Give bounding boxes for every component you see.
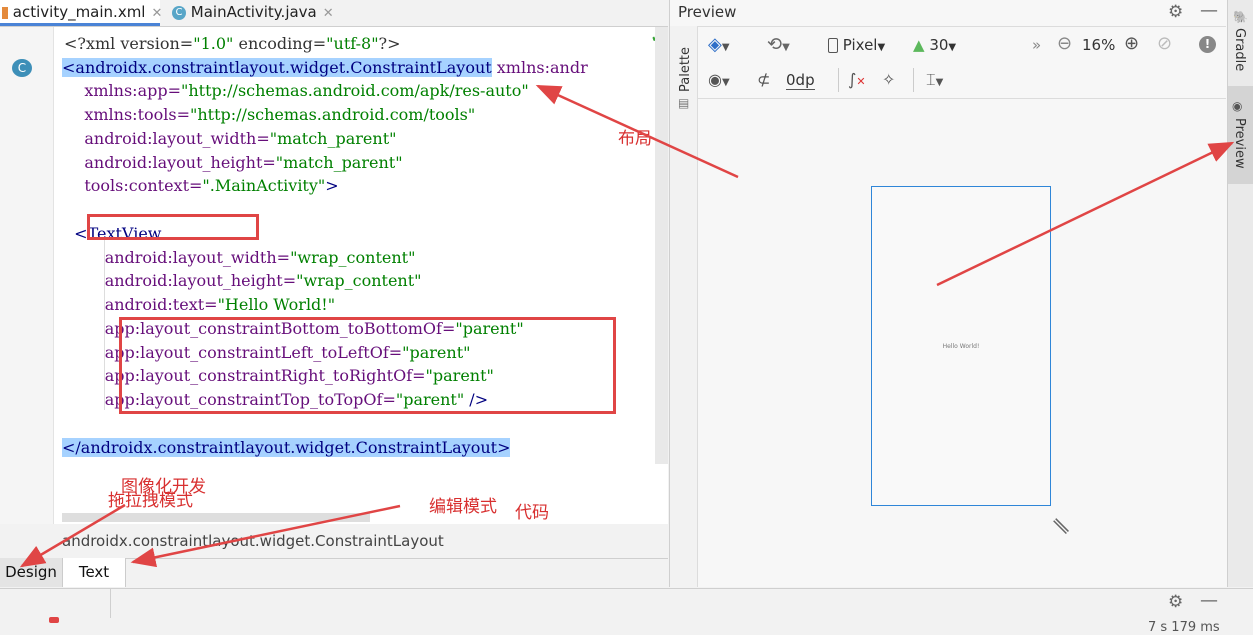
tab-mainactivity-java[interactable]: C MainActivity.java ✕ [172,0,342,26]
zoom-fit-icon[interactable]: ⊘ [1157,33,1172,54]
magic-wand-icon[interactable]: ✧ [882,70,895,89]
palette-tab[interactable]: Palette [678,47,693,92]
code-line-3: xmlns:app="http://schemas.android.com/ap… [64,81,529,100]
zoom-in-icon[interactable]: ⊕ [1124,33,1139,54]
code-line-7: tools:context=".MainActivity"> [64,176,339,195]
class-gutter-icon[interactable]: C [12,59,32,77]
view-options-icon[interactable]: ◉▼ [708,70,730,89]
constraint-highlight-box [119,317,616,414]
tab-text[interactable]: Text [62,558,126,587]
palette-strip [670,26,698,587]
api-selector[interactable]: ▲ 30▼ [913,36,956,54]
xml-file-icon [2,6,8,19]
tab-activity-main-xml[interactable]: activity_main.xml ✕ [0,0,162,26]
right-tool-strip [1227,0,1253,587]
gradle-tab[interactable]: Gradle [1232,28,1247,71]
toolbar-separator [913,68,914,92]
preview-divider [698,26,1226,27]
tab-design[interactable]: Design [0,558,62,587]
preview-tab[interactable]: Preview [1232,118,1247,169]
error-indicator [49,617,59,623]
preview-divider [698,98,1226,99]
code-line-18: </androidx.constraintlayout.widget.Const… [62,438,511,457]
build-time: 7 s 179 ms [1148,620,1220,635]
textview-highlight-box [87,214,259,240]
bottom-tool-window-bar [0,588,1253,632]
annotation-drag-mode: 拖拉拽模式 [108,491,193,511]
minimize-icon[interactable]: — [1200,590,1218,611]
palette-icon: ▤ [678,96,690,110]
status-separator [110,588,111,618]
phone-icon [828,38,838,53]
gradle-icon: 🐘 [1233,10,1248,24]
eye-icon: ◉ [1232,99,1243,113]
device-selector[interactable]: Pixel▼ [828,36,885,54]
annotation-edit-mode: 编辑模式 [429,497,497,517]
api-label: 30 [929,36,949,54]
hello-world-text[interactable]: Hello World! [872,343,1050,350]
device-screen[interactable]: Hello World! [871,186,1051,506]
zoom-level: 16% [1082,36,1116,54]
close-icon[interactable]: ✕ [151,6,162,21]
code-line-10: android:layout_width="wrap_content" [64,248,416,267]
code-line-11: android:layout_height="wrap_content" [64,271,422,290]
device-label: Pixel [842,36,878,54]
editor-horizontal-scrollbar[interactable] [62,513,370,522]
code-line-2: <androidx.constraintlayout.widget.Constr… [62,58,588,77]
android-icon: ▲ [913,36,925,54]
class-file-icon: C [172,5,186,20]
close-icon[interactable]: ✕ [323,6,334,21]
zoom-out-icon[interactable]: ⊖ [1057,33,1072,54]
default-margin[interactable]: 0dp [786,71,815,90]
autoconnect-icon[interactable]: ⊄ [757,70,770,89]
toolbar-separator [838,68,839,92]
layers-icon[interactable]: ◈▼ [708,34,730,55]
annotation-code: 代码 [515,503,549,523]
editor-vertical-scrollbar[interactable] [655,27,668,464]
guidelines-icon[interactable]: ⌶▼ [926,70,943,90]
more-icon[interactable]: » [1032,36,1041,54]
warning-icon[interactable]: ! [1199,36,1216,53]
code-line-4: xmlns:tools="http://schemas.android.com/… [64,105,476,124]
code-line-1: <?xml version="1.0" encoding="utf-8"?> [64,34,401,53]
editor-gutter [0,27,54,524]
minimize-icon[interactable]: — [1200,0,1218,21]
tab-label: activity_main.xml [12,3,146,21]
code-line-6: android:layout_height="match_parent" [64,153,403,172]
clear-constraints-icon[interactable]: ∫✕ [848,70,866,89]
annotation-layout: 布局 [618,129,652,149]
indent-guide [104,238,105,410]
breadcrumb[interactable]: androidx.constraintlayout.widget.Constra… [0,526,668,556]
tab-label: MainActivity.java [190,3,317,21]
gear-icon[interactable]: ⚙ [1168,2,1183,22]
gear-icon[interactable]: ⚙ [1168,592,1183,612]
code-line-5: android:layout_width="match_parent" [64,129,397,148]
orientation-icon[interactable]: ⟲▼ [767,34,790,55]
preview-title: Preview [678,3,737,21]
